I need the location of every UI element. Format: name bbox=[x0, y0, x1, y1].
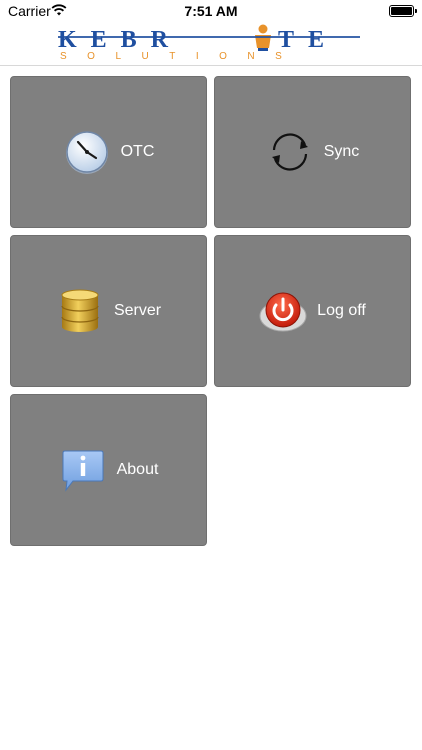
clock-time: 7:51 AM bbox=[184, 3, 238, 19]
svg-text:KEBR: KEBR bbox=[58, 27, 182, 53]
sync-tile[interactable]: Sync bbox=[214, 76, 411, 228]
app-header: KEBR TE SOLUTIONS bbox=[0, 22, 422, 66]
sync-label: Sync bbox=[323, 143, 360, 160]
about-label: About bbox=[116, 461, 159, 478]
clock-icon bbox=[65, 131, 108, 174]
server-tile[interactable]: Server bbox=[10, 235, 207, 387]
about-tile[interactable]: About bbox=[10, 394, 207, 546]
info-icon bbox=[62, 450, 104, 492]
otc-tile[interactable]: OTC bbox=[10, 76, 207, 228]
otc-label: OTC bbox=[120, 143, 155, 160]
power-icon bbox=[259, 292, 307, 332]
battery-icon bbox=[389, 5, 414, 17]
svg-text:SOLUTIONS: SOLUTIONS bbox=[60, 51, 302, 62]
status-bar: Carrier 7:51 AM bbox=[0, 0, 422, 22]
database-icon bbox=[61, 289, 99, 332]
sync-icon bbox=[271, 133, 308, 171]
server-label: Server bbox=[113, 302, 162, 319]
kebrite-solutions-logo: KEBR TE SOLUTIONS bbox=[58, 24, 360, 62]
logoff-tile[interactable]: Log off bbox=[214, 235, 411, 387]
svg-text:TE: TE bbox=[278, 27, 338, 53]
logoff-label: Log off bbox=[317, 302, 366, 319]
